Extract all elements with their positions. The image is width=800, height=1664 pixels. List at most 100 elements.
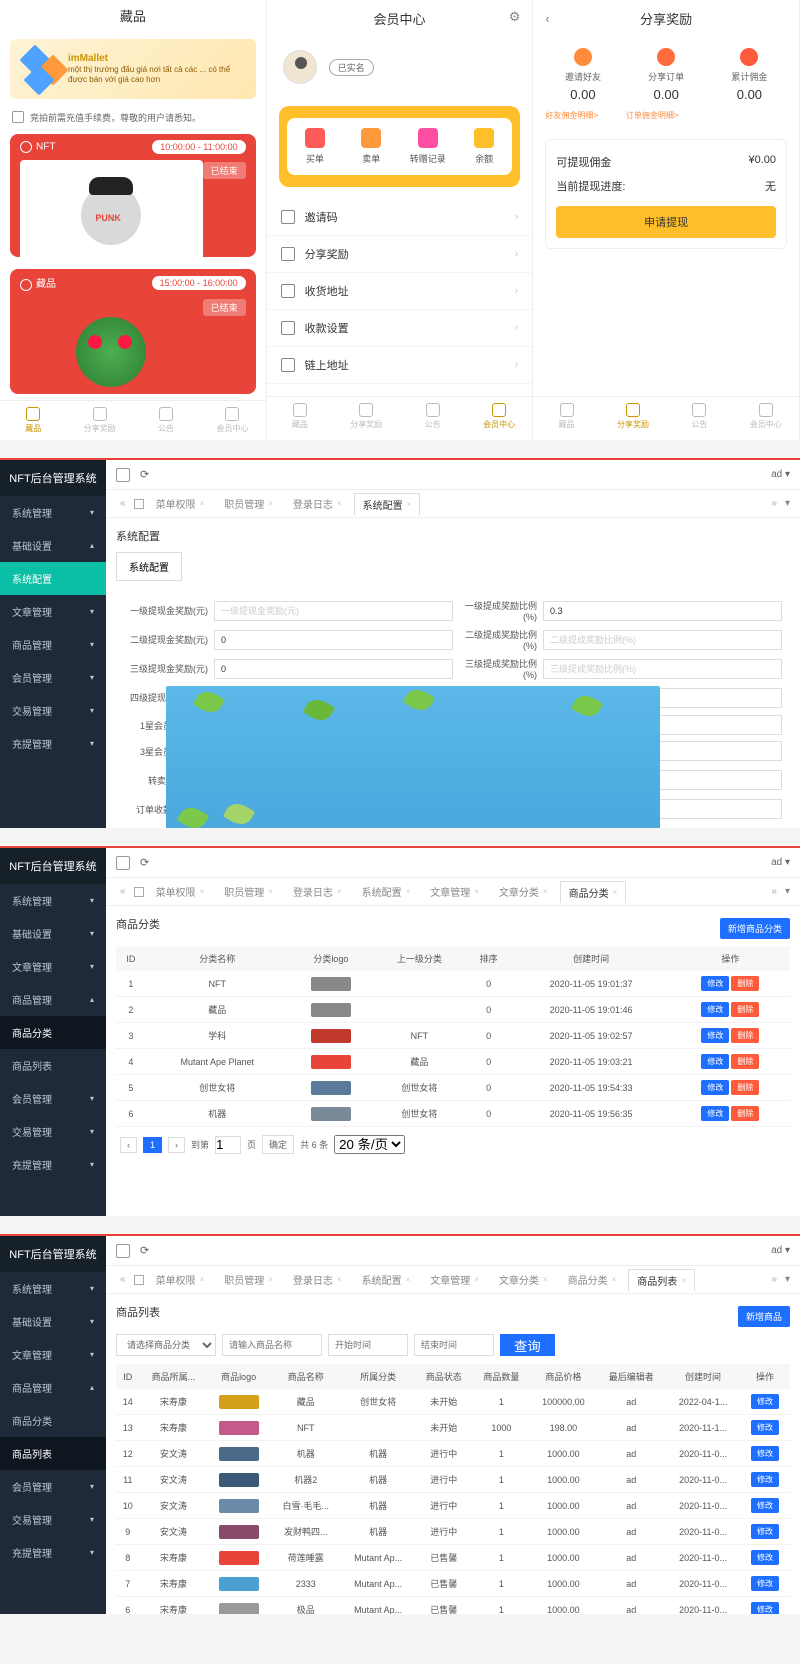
config-input[interactable] [214, 601, 453, 621]
sidebar-item-member[interactable]: 会员管理▾ [0, 1082, 106, 1115]
tab-member[interactable]: 会员中心 [199, 401, 265, 440]
delete-button[interactable]: 删除 [731, 1028, 759, 1043]
edit-button[interactable]: 修改 [701, 1054, 729, 1069]
delete-button[interactable]: 删除 [731, 1002, 759, 1017]
gear-icon[interactable]: ⚙ [509, 9, 521, 25]
config-input[interactable] [214, 659, 453, 679]
edit-button[interactable]: 修改 [701, 976, 729, 991]
pager-prev[interactable]: ‹ [120, 1137, 137, 1153]
sidebar-item-trade[interactable]: 交易管理▾ [0, 1503, 106, 1536]
sidebar-item-trade[interactable]: 交易管理▾ [0, 1115, 106, 1148]
edit-button[interactable]: 修改 [751, 1550, 779, 1565]
link-order-detail[interactable]: 订单佣金明细> [626, 110, 707, 121]
home-icon[interactable] [134, 887, 144, 897]
sidebar-item-member[interactable]: 会员管理▾ [0, 661, 106, 694]
sidebar-item-goods[interactable]: 商品管理▴ [0, 983, 106, 1016]
back-icon[interactable]: ‹ [545, 11, 549, 26]
pager-size[interactable]: 20 条/页 [334, 1135, 405, 1154]
home-icon[interactable] [134, 499, 144, 509]
tabs-menu-icon[interactable]: ▾ [785, 498, 790, 509]
sidebar-item-article[interactable]: 文章管理▾ [0, 950, 106, 983]
delete-button[interactable]: 删除 [731, 1106, 759, 1121]
promo-banner[interactable]: imMalletmột thị trường đấu giá nơi tất c… [10, 39, 256, 99]
config-input[interactable] [543, 659, 782, 679]
edit-button[interactable]: 修改 [701, 1106, 729, 1121]
tab-collection[interactable]: 藏品 [267, 397, 333, 440]
inner-tab[interactable]: 系统配置 [116, 552, 182, 581]
tabs-prev-icon[interactable]: « [116, 498, 130, 509]
refresh-icon[interactable]: ⟳ [140, 468, 149, 481]
sidebar-item-charge[interactable]: 充提管理▾ [0, 727, 106, 760]
sidebar-item-goodslist[interactable]: 商品列表 [0, 1437, 106, 1470]
filter-name-input[interactable] [222, 1334, 322, 1356]
sidebar-item-article[interactable]: 文章管理▾ [0, 1338, 106, 1371]
sidebar-item-system[interactable]: 系统管理▾ [0, 1272, 106, 1305]
edit-button[interactable]: 修改 [701, 1028, 729, 1043]
tab-login-log[interactable]: 登录日志× [285, 493, 350, 514]
link-friend-detail[interactable]: 好友佣金明细> [545, 110, 626, 121]
menu-share[interactable]: 分享奖励› [267, 236, 533, 273]
user-menu[interactable]: ad ▾ [771, 857, 790, 868]
sidebar-item-basic[interactable]: 基础设置▴ [0, 529, 106, 562]
sidebar-item-trade[interactable]: 交易管理▾ [0, 694, 106, 727]
menu-icon[interactable] [116, 1244, 130, 1258]
tab-sysconfig[interactable]: 系统配置× [354, 493, 421, 515]
sidebar-item-article[interactable]: 文章管理▾ [0, 595, 106, 628]
pager-goto-input[interactable] [215, 1136, 241, 1154]
tab-notice[interactable]: 公告 [133, 401, 199, 440]
delete-button[interactable]: 删除 [731, 1080, 759, 1095]
tab-notice[interactable]: 公告 [400, 397, 466, 440]
config-input[interactable] [543, 630, 782, 650]
quick-balance[interactable]: 余额 [456, 118, 512, 175]
edit-button[interactable]: 修改 [701, 1002, 729, 1017]
menu-address[interactable]: 收货地址› [267, 273, 533, 310]
filter-start-input[interactable] [328, 1334, 408, 1356]
sidebar-item-system[interactable]: 系统管理▾ [0, 884, 106, 917]
edit-button[interactable]: 修改 [751, 1576, 779, 1591]
quick-sell[interactable]: 卖单 [343, 118, 399, 175]
close-icon[interactable]: × [200, 499, 205, 508]
pager-confirm[interactable]: 确定 [262, 1135, 294, 1154]
tab-staff[interactable]: 职员管理× [216, 493, 281, 514]
tabs-next-icon[interactable]: » [767, 498, 781, 509]
user-menu[interactable]: ad ▾ [771, 1245, 790, 1256]
tab-share[interactable]: 分享奖励 [600, 397, 666, 440]
sidebar-item-config[interactable]: 系统配置 [0, 562, 106, 595]
tabs-next-icon[interactable]: » [767, 886, 781, 897]
sidebar-item-goods[interactable]: 商品管理▴ [0, 1371, 106, 1404]
user-menu[interactable]: ad ▾ [771, 469, 790, 480]
tab-menu-perm[interactable]: 菜单权限× [148, 493, 213, 514]
sidebar-item-member[interactable]: 会员管理▾ [0, 1470, 106, 1503]
menu-icon[interactable] [116, 856, 130, 870]
pager-page[interactable]: 1 [143, 1137, 162, 1153]
edit-button[interactable]: 修改 [751, 1394, 779, 1409]
tabs-prev-icon[interactable]: « [116, 886, 130, 897]
menu-payment[interactable]: 收款设置› [267, 310, 533, 347]
apply-withdraw-button[interactable]: 申请提现 [556, 206, 776, 238]
avatar[interactable] [283, 50, 317, 84]
sidebar-item-basic[interactable]: 基础设置▾ [0, 1305, 106, 1338]
tab-share[interactable]: 分享奖励 [333, 397, 399, 440]
refresh-icon[interactable]: ⟳ [140, 856, 149, 869]
pager-next[interactable]: › [168, 1137, 185, 1153]
menu-icon[interactable] [116, 468, 130, 482]
tab-member[interactable]: 会员中心 [733, 397, 799, 440]
search-button[interactable]: 查询 [500, 1334, 555, 1356]
tab-member[interactable]: 会员中心 [466, 397, 532, 440]
sidebar-item-goodslist[interactable]: 商品列表 [0, 1049, 106, 1082]
tab-collection[interactable]: 藏品 [533, 397, 599, 440]
edit-button[interactable]: 修改 [751, 1524, 779, 1539]
auction-card-collection[interactable]: 藏品15:00:00 - 16:00:00 已结束 [10, 269, 256, 394]
auction-card-nft[interactable]: NFT10:00:00 - 11:00:00 已结束 [10, 134, 256, 257]
delete-button[interactable]: 删除 [731, 976, 759, 991]
edit-button[interactable]: 修改 [751, 1446, 779, 1461]
sidebar-item-basic[interactable]: 基础设置▾ [0, 917, 106, 950]
edit-button[interactable]: 修改 [751, 1472, 779, 1487]
sidebar-item-charge[interactable]: 充提管理▾ [0, 1536, 106, 1569]
filter-end-input[interactable] [414, 1334, 494, 1356]
menu-invite[interactable]: 邀请码› [267, 199, 533, 236]
tab-notice[interactable]: 公告 [666, 397, 732, 440]
delete-button[interactable]: 删除 [731, 1054, 759, 1069]
sidebar-item-category[interactable]: 商品分类 [0, 1404, 106, 1437]
edit-button[interactable]: 修改 [701, 1080, 729, 1095]
